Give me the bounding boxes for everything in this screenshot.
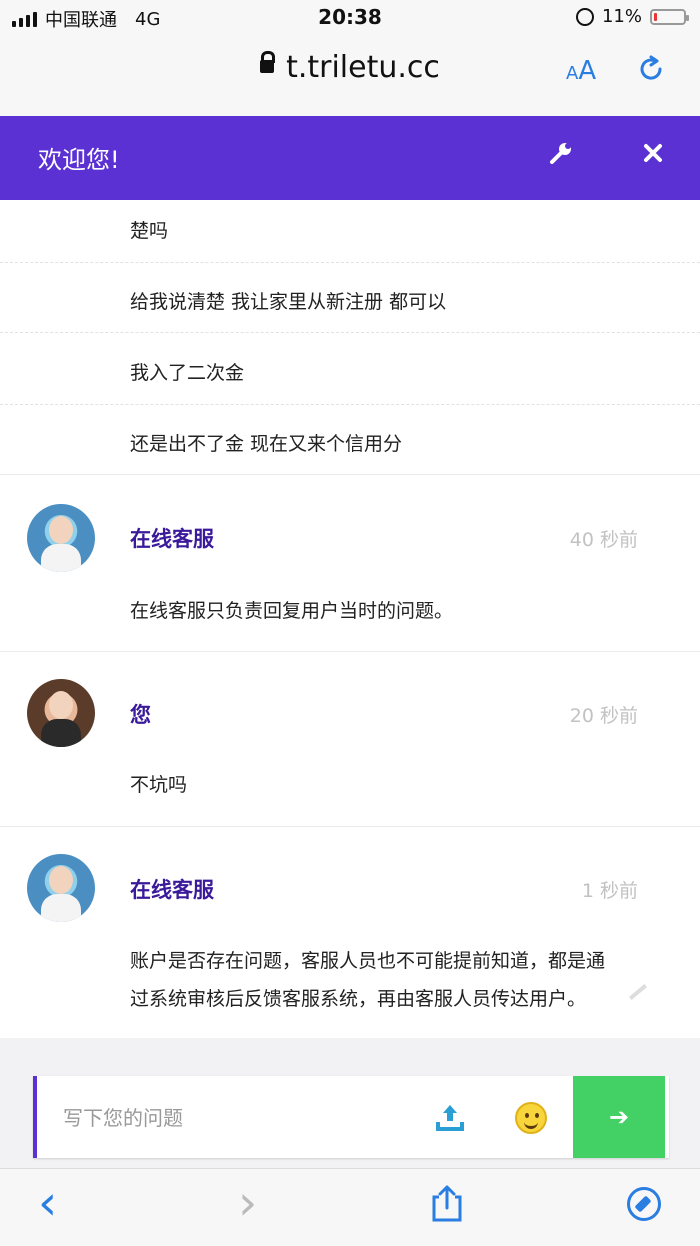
divider bbox=[0, 262, 700, 263]
message-time: 40 秒前 bbox=[569, 529, 638, 551]
status-bar: 中国联通 4G 20:38 11% bbox=[0, 0, 700, 36]
message-text: 不坑吗 bbox=[130, 774, 188, 796]
browser-address-bar: t.triletu.cc AA bbox=[0, 36, 700, 116]
earlier-message-line: 我入了二次金 bbox=[130, 362, 245, 384]
upload-icon[interactable] bbox=[435, 1102, 465, 1132]
message-text: 在线客服只负责回复用户当时的问题。 bbox=[130, 600, 454, 622]
compass-icon[interactable] bbox=[627, 1187, 661, 1221]
message-input[interactable] bbox=[61, 1094, 405, 1142]
message-separator bbox=[0, 474, 700, 475]
send-button[interactable]: ➔ bbox=[573, 1076, 665, 1158]
divider bbox=[0, 332, 700, 333]
earlier-message-line: 楚吗 bbox=[130, 220, 169, 242]
text-size-button[interactable]: AA bbox=[566, 56, 596, 86]
battery-fill bbox=[654, 12, 657, 21]
sender-name: 在线客服 bbox=[130, 527, 214, 551]
battery-percent: 11% bbox=[601, 6, 642, 27]
message-separator bbox=[0, 826, 700, 827]
header-title: 欢迎您! bbox=[38, 146, 120, 174]
wrench-icon[interactable] bbox=[548, 140, 574, 166]
earlier-message-line: 还是出不了金 现在又来个信用分 bbox=[130, 433, 403, 455]
forward-button[interactable]: › bbox=[238, 1175, 257, 1231]
share-icon[interactable] bbox=[430, 1183, 464, 1223]
padlock-icon bbox=[260, 51, 276, 73]
message-time: 1 秒前 bbox=[581, 880, 638, 902]
agent-avatar bbox=[27, 854, 95, 922]
orientation-lock-icon bbox=[575, 7, 594, 26]
message-text: 过系统审核后反馈客服系统，再由客服人员传达用户。 bbox=[130, 988, 587, 1010]
user-avatar bbox=[27, 679, 95, 747]
earlier-message-line: 给我说清楚 我让家里从新注册 都可以 bbox=[130, 291, 447, 313]
browser-toolbar: ‹ › bbox=[0, 1168, 700, 1246]
emoji-icon[interactable] bbox=[515, 1102, 547, 1134]
close-icon[interactable] bbox=[642, 142, 664, 164]
message-time: 20 秒前 bbox=[569, 705, 638, 727]
back-button[interactable]: ‹ bbox=[38, 1175, 57, 1231]
url-text: t.triletu.cc bbox=[286, 50, 440, 85]
chat-header: 欢迎您! bbox=[0, 116, 700, 200]
sender-name: 您 bbox=[130, 703, 151, 727]
sender-name: 在线客服 bbox=[130, 878, 214, 902]
pencil-icon bbox=[629, 984, 647, 1000]
divider bbox=[0, 404, 700, 405]
reload-icon[interactable] bbox=[636, 54, 666, 84]
message-text: 账户是否存在问题，客服人员也不可能提前知道，都是通 bbox=[130, 950, 606, 972]
battery-icon bbox=[650, 8, 689, 25]
chat-messages: 楚吗 给我说清楚 我让家里从新注册 都可以 我入了二次金 还是出不了金 现在又来… bbox=[0, 200, 700, 1038]
message-separator bbox=[0, 651, 700, 652]
status-right: 11% bbox=[575, 6, 689, 27]
agent-avatar bbox=[27, 504, 95, 572]
